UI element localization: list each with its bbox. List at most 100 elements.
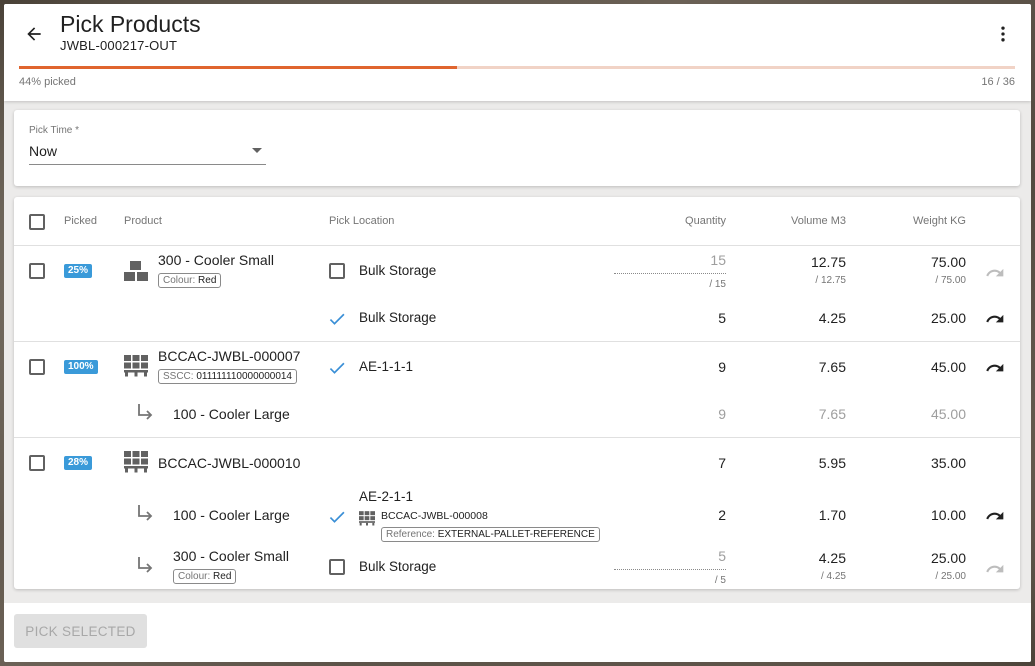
volume-value: 5.95 bbox=[818, 455, 846, 471]
chip-key: Colour: bbox=[178, 571, 211, 582]
chip-value: 011111110000000014 bbox=[196, 371, 292, 382]
quantity-input-underline bbox=[614, 273, 726, 274]
quantity-total: / 15 bbox=[709, 279, 726, 290]
row-checkbox[interactable] bbox=[29, 263, 45, 279]
chip-value: Red bbox=[213, 571, 232, 582]
quantity-input[interactable]: 5 bbox=[626, 548, 726, 564]
weight-value: 25.00 bbox=[930, 310, 966, 326]
col-header-volume: Volume M3 bbox=[790, 215, 846, 227]
volume-total: / 12.75 bbox=[815, 275, 846, 286]
chip-key: Reference: bbox=[386, 529, 435, 540]
row-checkbox[interactable] bbox=[29, 359, 45, 375]
source-pallet: BCCAC-JWBL-000008 bbox=[381, 510, 488, 522]
weight-total: / 75.00 bbox=[935, 275, 966, 286]
group-divider bbox=[14, 437, 1020, 438]
boxes-icon bbox=[124, 261, 148, 281]
chip-value: EXTERNAL-PALLET-REFERENCE bbox=[437, 529, 595, 540]
header-divider bbox=[14, 245, 1020, 246]
progress-count: 16 / 36 bbox=[981, 76, 1015, 88]
quantity-value: 9 bbox=[718, 406, 726, 422]
volume-value: 4.25 bbox=[818, 310, 846, 326]
subdirectory-arrow-icon bbox=[138, 557, 153, 573]
weight-value: 35.00 bbox=[930, 455, 966, 471]
pick-location: Bulk Storage bbox=[359, 263, 437, 278]
more-vert-icon bbox=[1001, 26, 1005, 42]
pick-location: Bulk Storage bbox=[359, 559, 437, 574]
check-icon bbox=[329, 313, 345, 325]
undo-icon[interactable] bbox=[985, 358, 1005, 378]
pick-progress-fill bbox=[19, 66, 458, 69]
pick-location: AE-1-1-1 bbox=[359, 359, 414, 374]
pick-time-underline bbox=[29, 164, 266, 165]
weight-value: 75.00 bbox=[930, 254, 966, 270]
quantity-input[interactable]: 15 bbox=[626, 252, 726, 268]
attribute-chip: Colour: Red bbox=[158, 273, 222, 288]
product-name: 100 - Cooler Large bbox=[173, 507, 290, 523]
quantity-total: / 5 bbox=[714, 575, 726, 586]
undo-icon[interactable] bbox=[985, 559, 1005, 579]
header: Pick Products JWBL-000217-OUT 44% picked… bbox=[4, 4, 1031, 101]
volume-value: 7.65 bbox=[818, 359, 846, 375]
weight-value: 10.00 bbox=[930, 507, 966, 523]
col-header-location: Pick Location bbox=[329, 215, 395, 227]
subdirectory-arrow-icon bbox=[138, 505, 153, 521]
undo-icon[interactable] bbox=[985, 263, 1005, 283]
chip-key: Colour: bbox=[163, 275, 196, 286]
pick-selected-button[interactable]: PICK SELECTED bbox=[14, 614, 147, 648]
pallet-name: BCCAC-JWBL-000007 bbox=[158, 348, 301, 364]
pick-time-label: Pick Time * bbox=[29, 125, 80, 136]
pallet-name: BCCAC-JWBL-000010 bbox=[158, 455, 301, 471]
weight-value: 25.00 bbox=[930, 550, 966, 566]
volume-value: 4.25 bbox=[818, 550, 846, 566]
row-checkbox[interactable] bbox=[29, 455, 45, 471]
picked-badge: 25% bbox=[64, 264, 93, 278]
subdirectory-arrow-icon bbox=[138, 404, 153, 420]
pick-products-dialog: Pick Products JWBL-000217-OUT 44% picked… bbox=[4, 4, 1031, 662]
pallet-icon bbox=[359, 511, 375, 526]
pick-location: Bulk Storage bbox=[359, 310, 437, 325]
col-header-product: Product bbox=[124, 215, 162, 227]
back-button[interactable] bbox=[20, 20, 48, 48]
attribute-chip: Colour: Red bbox=[173, 569, 237, 584]
dropdown-arrow-icon[interactable] bbox=[252, 148, 262, 153]
pallet-icon bbox=[124, 355, 148, 377]
volume-value: 12.75 bbox=[810, 254, 846, 270]
undo-icon[interactable] bbox=[985, 506, 1005, 526]
pick-time-select[interactable]: Now bbox=[29, 143, 57, 159]
check-icon bbox=[329, 511, 345, 523]
weight-value: 45.00 bbox=[930, 359, 966, 375]
order-number: JWBL-000217-OUT bbox=[60, 38, 178, 53]
sscc-chip: SSCC: 011111110000000014 bbox=[158, 369, 297, 384]
undo-icon[interactable] bbox=[985, 309, 1005, 329]
arrow-left-icon bbox=[27, 27, 41, 41]
chip-key: SSCC: bbox=[163, 371, 194, 382]
quantity-value: 7 bbox=[718, 455, 726, 471]
quantity-value: 5 bbox=[718, 310, 726, 326]
progress-label: 44% picked bbox=[19, 76, 76, 88]
footer: PICK SELECTED bbox=[4, 603, 1031, 662]
quantity-value: 2 bbox=[718, 507, 726, 523]
product-name: 300 - Cooler Small bbox=[173, 548, 289, 564]
more-menu-button[interactable] bbox=[989, 20, 1017, 48]
picked-badge: 100% bbox=[64, 360, 98, 374]
volume-value: 1.70 bbox=[818, 507, 846, 523]
product-name: 300 - Cooler Small bbox=[158, 252, 274, 268]
location-checkbox[interactable] bbox=[329, 263, 345, 279]
group-divider bbox=[14, 341, 1020, 342]
location-checkbox[interactable] bbox=[329, 559, 345, 575]
picked-badge: 28% bbox=[64, 456, 93, 470]
quantity-input-underline bbox=[614, 569, 726, 570]
weight-value: 45.00 bbox=[930, 406, 966, 422]
pick-time-card: Pick Time * Now bbox=[14, 110, 1020, 186]
select-all-checkbox[interactable] bbox=[29, 214, 45, 230]
col-header-quantity: Quantity bbox=[685, 215, 726, 227]
product-name: 100 - Cooler Large bbox=[173, 406, 290, 422]
reference-chip: Reference: EXTERNAL-PALLET-REFERENCE bbox=[381, 527, 600, 542]
pallet-icon bbox=[124, 451, 148, 473]
page-title: Pick Products bbox=[60, 11, 201, 37]
volume-total: / 4.25 bbox=[820, 571, 846, 582]
col-header-weight: Weight KG bbox=[913, 215, 966, 227]
quantity-value: 9 bbox=[718, 359, 726, 375]
check-icon bbox=[329, 362, 345, 374]
pick-progress-bar bbox=[19, 66, 1015, 69]
